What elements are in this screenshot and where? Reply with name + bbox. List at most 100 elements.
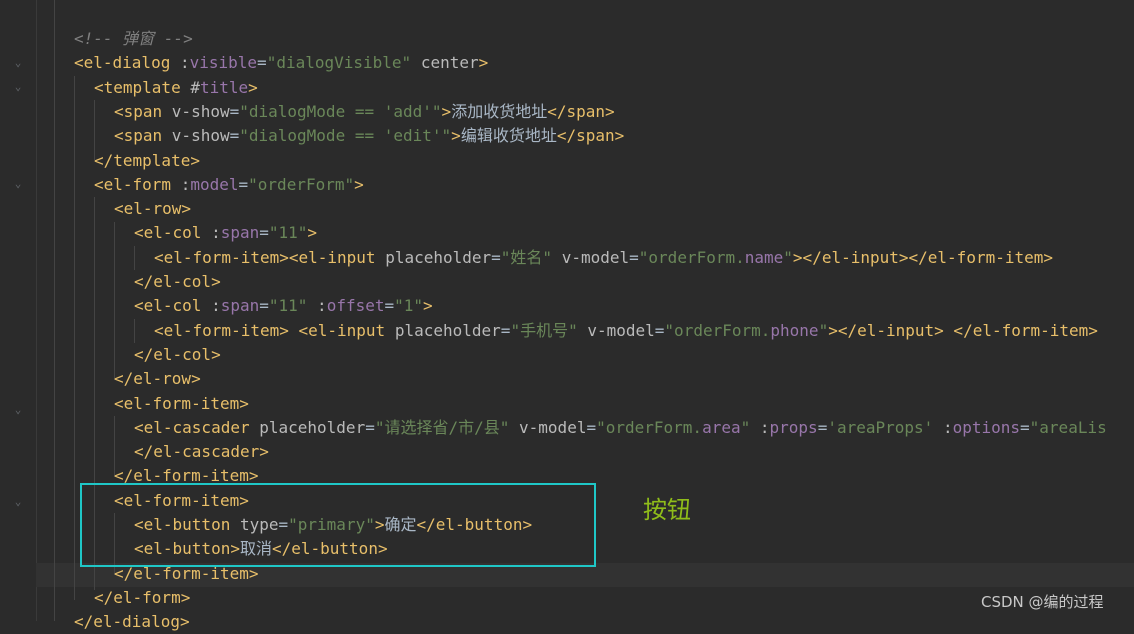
code-token: : (180, 174, 191, 194)
code-token: area (702, 417, 741, 437)
code-token: = (629, 247, 639, 267)
code-token: name (744, 247, 784, 267)
annotation-label: 按钮 (643, 496, 691, 524)
code-token: </el-dialog> (74, 612, 190, 632)
code-token: > (451, 126, 461, 146)
indent-guide (134, 319, 135, 343)
code-line[interactable]: <el-form :model="orderForm"> (94, 173, 364, 197)
code-token: = (654, 320, 665, 340)
code-token: <template (94, 77, 191, 97)
code-token: placeholder (385, 247, 492, 267)
code-token: <el-col (134, 223, 212, 243)
code-token: </el-cascader> (134, 442, 269, 462)
code-token: : (317, 296, 327, 316)
code-token: 'edit' (383, 126, 442, 146)
code-token: = (259, 223, 269, 243)
code-token: props (769, 417, 818, 437)
code-token: </template> (94, 150, 200, 170)
code-token: v-model (552, 247, 630, 267)
code-line[interactable]: </el-row> (114, 367, 201, 391)
code-line[interactable]: </el-col> (134, 343, 221, 367)
code-line[interactable]: <el-cascader placeholder="请选择省/市/县" v-mo… (134, 416, 1107, 440)
code-token: = (365, 417, 375, 437)
code-token: = (500, 320, 511, 340)
code-token: phone (770, 320, 819, 340)
code-token: <el-row> (114, 199, 192, 219)
code-token: <el-cascader (134, 417, 260, 437)
code-line[interactable]: <el-form-item> (114, 392, 249, 416)
code-token: <el-dialog (74, 53, 180, 73)
code-token: > (441, 101, 452, 121)
code-line[interactable]: <span v-show="dialogMode == 'edit'">编辑收货… (114, 124, 624, 148)
code-token: </el-row> (114, 369, 201, 389)
fold-chevron-icon[interactable]: ⌄ (13, 496, 23, 507)
code-token: v-model (509, 417, 587, 437)
code-token: = (817, 417, 828, 437)
code-line[interactable]: <el-form-item><el-input placeholder="姓名"… (154, 246, 1053, 270)
code-token: <el-form-item><el-input (154, 247, 386, 267)
code-line[interactable]: </el-col> (134, 270, 221, 294)
code-token: = (586, 417, 597, 437)
code-token: </span> (556, 126, 625, 146)
fold-chevron-icon[interactable]: ⌄ (13, 81, 23, 92)
code-token: <el-col (134, 296, 212, 316)
csdn-watermark: CSDN @编的过程 (981, 593, 1104, 611)
fold-chevron-icon[interactable]: ⌄ (13, 178, 23, 189)
code-token: options (952, 417, 1021, 437)
code-line[interactable]: </el-dialog> (74, 610, 190, 634)
code-token: v-show (171, 101, 230, 121)
code-line[interactable]: <!-- 弹窗 --> (74, 27, 193, 51)
indent-guide (74, 76, 75, 600)
code-token: ></el-input> </el-form-item> (828, 320, 1098, 340)
code-token: : (179, 53, 190, 73)
code-token: offset (326, 296, 385, 316)
code-editor[interactable]: ⌄ ⌄ ⌄ ⌄ ⌄ <!-- 弹窗 --> <el-dialog :visible="di… (0, 0, 1134, 631)
code-line[interactable]: </el-form> (94, 586, 190, 610)
code-line[interactable]: <el-form-item> <el-input placeholder="手机… (154, 319, 1098, 343)
code-token: 添加收货地址 (451, 101, 548, 121)
code-token: "手机号" (510, 320, 578, 340)
code-line[interactable]: <el-dialog :visible="dialogVisible" cent… (74, 51, 488, 75)
code-token: <span (114, 101, 172, 121)
code-token: "orderForm. (638, 247, 745, 267)
code-token: = (257, 53, 267, 73)
code-token: placeholder (394, 320, 501, 340)
code-token: v-show (171, 126, 230, 146)
code-token: </span> (547, 101, 615, 121)
button-highlight-box (80, 483, 596, 567)
code-token: " (818, 320, 829, 340)
fold-chevron-icon[interactable]: ⌄ (13, 57, 23, 68)
code-line[interactable]: <el-row> (114, 197, 191, 221)
code-token: = (229, 126, 240, 146)
code-line[interactable]: <template #title> (94, 76, 258, 100)
code-token: "dialogVisible" (266, 53, 412, 73)
code-token: " (431, 101, 442, 121)
code-token: : (942, 417, 953, 437)
code-line[interactable]: <el-col :span="11"> (134, 221, 317, 245)
fold-chevron-icon[interactable]: ⌄ (13, 404, 23, 415)
code-line[interactable]: <span v-show="dialogMode == 'add'">添加收货地… (114, 100, 615, 124)
code-token: > (423, 296, 433, 316)
code-token: "姓名" (500, 247, 553, 267)
code-token: model (190, 174, 239, 194)
code-token: </el-col> (134, 344, 221, 364)
code-token: # (190, 77, 200, 97)
code-token: = (1020, 417, 1030, 437)
code-token: center (411, 53, 479, 73)
code-token: " (783, 247, 793, 267)
code-line[interactable]: <el-col :span="11" :offset="1"> (134, 294, 433, 318)
code-token: <span (114, 126, 172, 146)
code-token: 'add' (383, 101, 432, 121)
code-line[interactable]: </template> (94, 149, 200, 173)
code-line[interactable]: </el-cascader> (134, 440, 269, 464)
code-token: span (220, 296, 260, 316)
code-token: span (220, 223, 260, 243)
code-token: > (307, 223, 318, 243)
code-token: : (211, 296, 221, 316)
code-token: "11" (268, 223, 308, 243)
code-token: 'areaProps' (827, 417, 934, 437)
code-token: = (491, 247, 501, 267)
code-token: "orderForm. (664, 320, 771, 340)
